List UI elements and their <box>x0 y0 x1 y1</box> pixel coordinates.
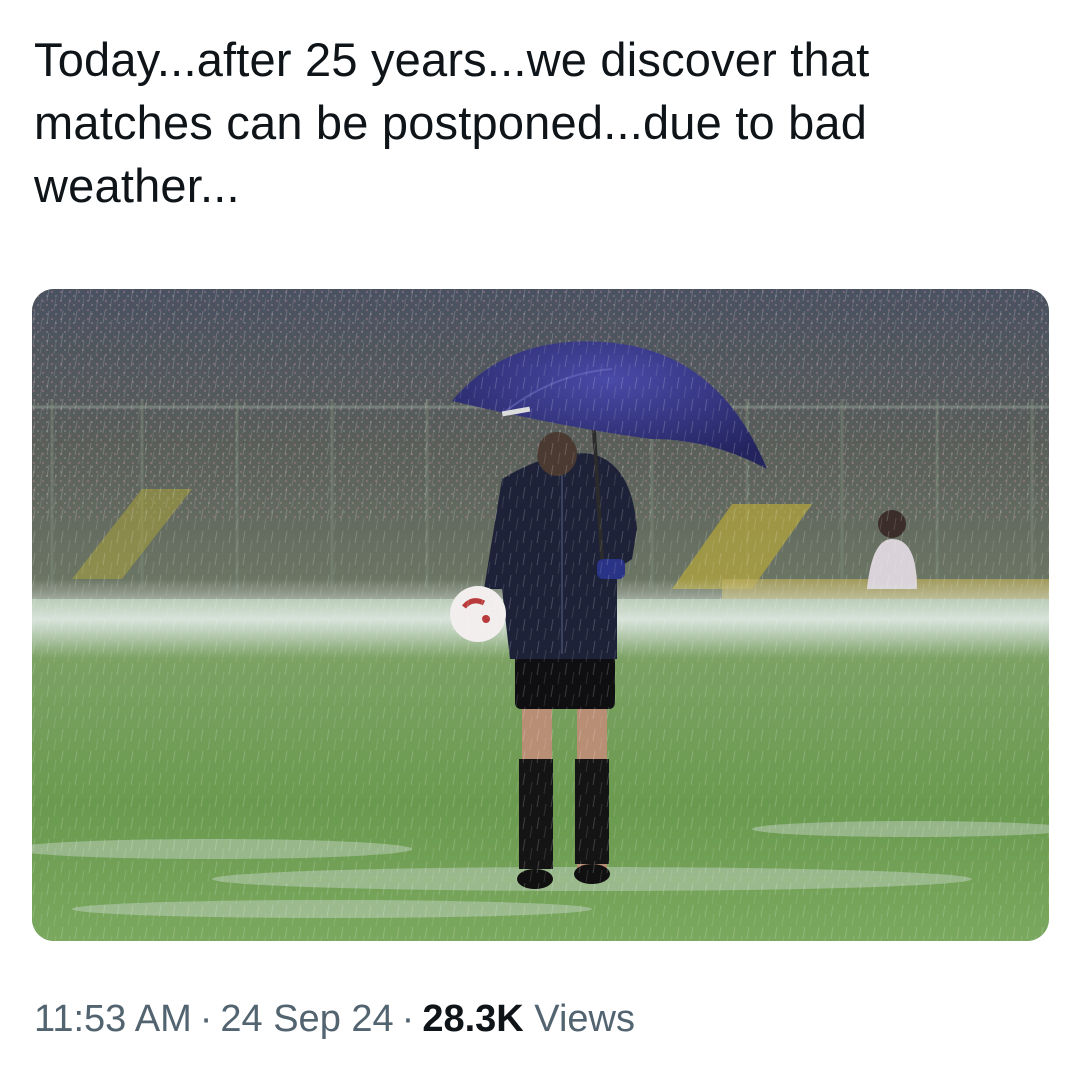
views-count[interactable]: 28.3K <box>422 998 523 1040</box>
views-label: Views <box>534 998 635 1040</box>
tweet-meta: 11:53 AM · 24 Sep 24 · 28.3K Views <box>34 995 635 1043</box>
separator-dot: · <box>401 998 415 1040</box>
tweet-text: Today...after 25 years...we discover tha… <box>34 33 883 212</box>
separator-dot: · <box>199 998 213 1040</box>
tweet-date[interactable]: 24 Sep 24 <box>220 998 393 1040</box>
tweet-photo[interactable] <box>32 289 1049 941</box>
rainy-pitch-image <box>32 289 1049 941</box>
tweet-time[interactable]: 11:53 AM <box>34 998 192 1040</box>
